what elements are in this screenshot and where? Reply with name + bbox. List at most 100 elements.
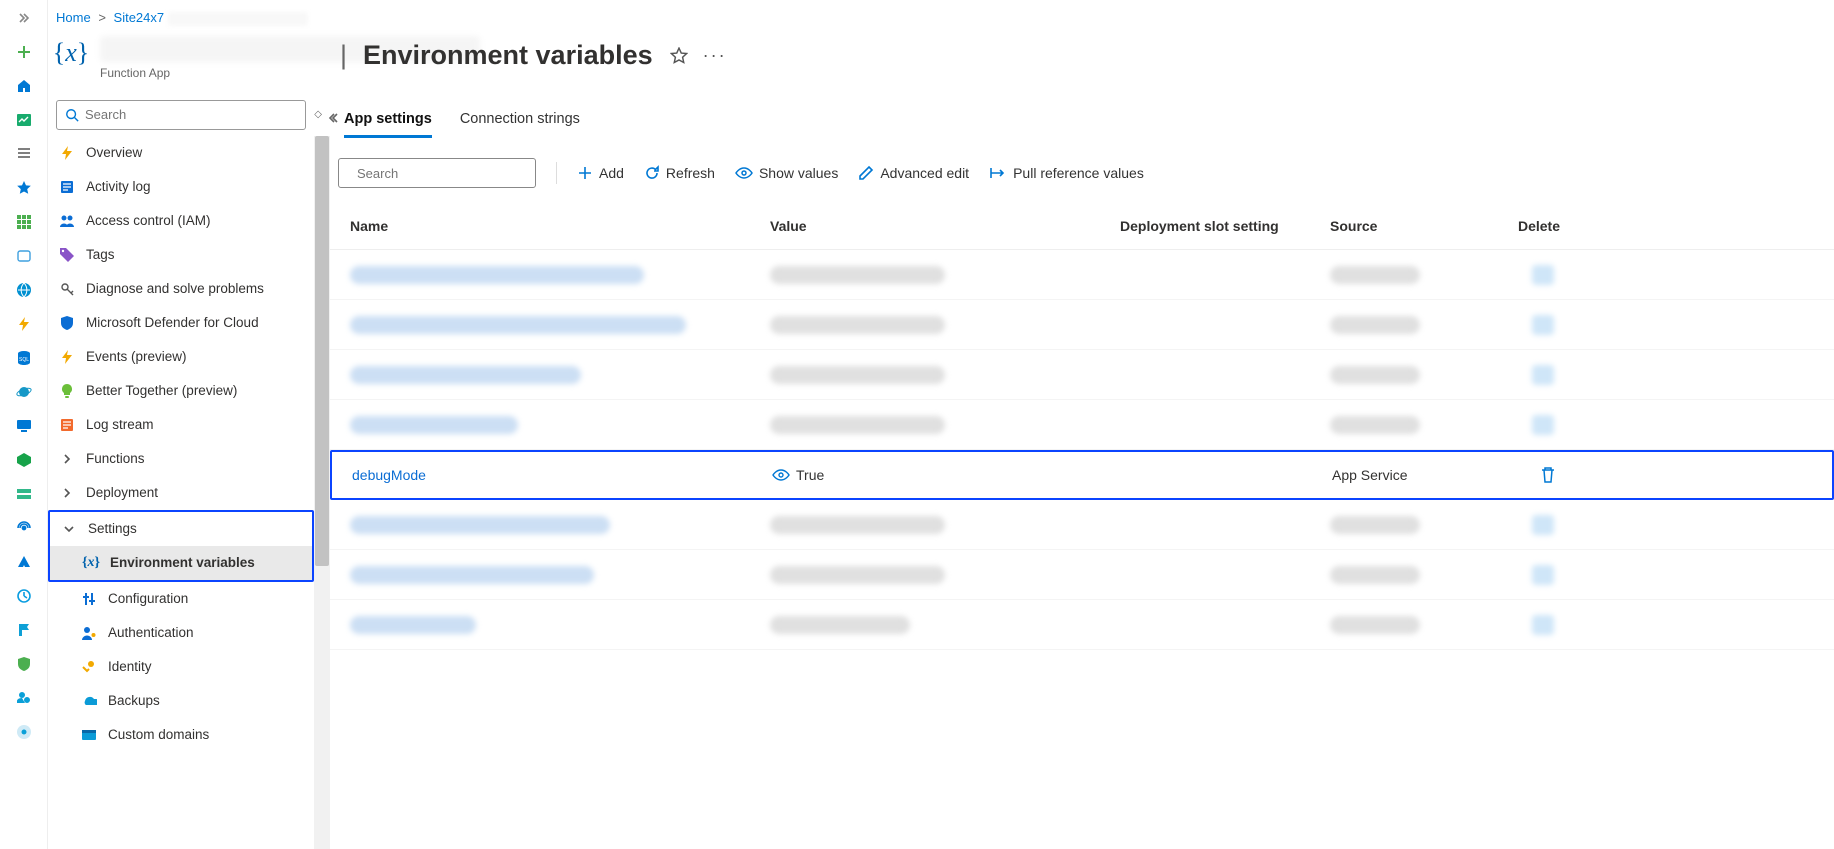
- expand-collapse-toggle[interactable]: ◇: [314, 109, 322, 120]
- identity-icon: [80, 659, 98, 675]
- menu-label: Settings: [88, 521, 137, 536]
- menu-item-activity[interactable]: Activity log: [48, 170, 314, 204]
- settings-tabs: App settings Connection strings: [330, 79, 1834, 138]
- breadcrumb-site[interactable]: Site24x7: [114, 10, 165, 25]
- overview-icon: [58, 145, 76, 161]
- search-icon: [65, 108, 79, 122]
- cost-management-icon[interactable]: [14, 688, 34, 708]
- menu-item-domains[interactable]: Custom domains: [48, 718, 314, 752]
- menu-item-defender[interactable]: Microsoft Defender for Cloud: [48, 306, 314, 340]
- add-button[interactable]: Add: [577, 165, 624, 181]
- table-search-input[interactable]: [357, 166, 533, 181]
- breadcrumb-home[interactable]: Home: [56, 10, 91, 25]
- menu-label: Functions: [86, 451, 145, 466]
- toolbar-label: Show values: [759, 165, 838, 181]
- table-row[interactable]: [330, 350, 1834, 400]
- tab-app-settings[interactable]: App settings: [344, 107, 432, 138]
- menu-search-input[interactable]: [85, 107, 297, 122]
- menu-item-envvars[interactable]: {x}Environment variables: [50, 546, 312, 580]
- toolbar-label: Refresh: [666, 165, 715, 181]
- breadcrumb: Home > Site24x7: [48, 0, 330, 32]
- storage-accounts-icon[interactable]: [14, 484, 34, 504]
- toolbar-label: Pull reference values: [1013, 165, 1144, 181]
- table-row-debugmode[interactable]: debugMode True App Service: [330, 450, 1834, 500]
- home-icon[interactable]: [14, 76, 34, 96]
- all-services-icon[interactable]: [14, 144, 34, 164]
- function-apps-icon[interactable]: [14, 314, 34, 334]
- table-row[interactable]: [330, 300, 1834, 350]
- menu-group-settings[interactable]: Settings: [50, 512, 312, 546]
- table-row[interactable]: [330, 500, 1834, 550]
- scroll-thumb[interactable]: [315, 136, 329, 566]
- table-row[interactable]: [330, 400, 1834, 450]
- menu-group-functions[interactable]: Functions: [48, 442, 314, 476]
- table-row[interactable]: [330, 600, 1834, 650]
- menu-label: Access control (IAM): [86, 213, 211, 228]
- delete-icon[interactable]: [1540, 466, 1556, 484]
- app-services-icon[interactable]: [14, 280, 34, 300]
- toolbar-separator: [556, 162, 557, 184]
- create-resource-icon[interactable]: [14, 42, 34, 62]
- show-values-button[interactable]: Show values: [735, 165, 838, 181]
- menu-scrollbar[interactable]: ▲: [314, 136, 330, 849]
- menu-item-diagnose[interactable]: Diagnose and solve problems: [48, 272, 314, 306]
- table-search-box[interactable]: [338, 158, 536, 188]
- menu-label: Authentication: [108, 625, 194, 640]
- menu-search-box[interactable]: [56, 100, 306, 130]
- menu-item-better[interactable]: Better Together (preview): [48, 374, 314, 408]
- menu-label: Overview: [86, 145, 142, 160]
- favorites-icon[interactable]: [14, 178, 34, 198]
- help-support-icon[interactable]: [14, 722, 34, 742]
- col-source[interactable]: Source: [1330, 218, 1480, 234]
- content-pane: | Environment variables ··· App settings…: [330, 0, 1834, 849]
- table-row[interactable]: [330, 550, 1834, 600]
- col-name[interactable]: Name: [350, 218, 770, 234]
- menu-item-backups[interactable]: Backups: [48, 684, 314, 718]
- defender-cloud-icon[interactable]: [14, 654, 34, 674]
- defender-icon: [58, 315, 76, 331]
- all-resources-icon[interactable]: [14, 212, 34, 232]
- svg-text:SQL: SQL: [18, 357, 28, 363]
- menu-item-overview[interactable]: Overview: [48, 136, 314, 170]
- refresh-button[interactable]: Refresh: [644, 165, 715, 181]
- menu-item-identity[interactable]: Identity: [48, 650, 314, 684]
- collapse-menu-icon[interactable]: [326, 112, 338, 124]
- page-title: Environment variables: [363, 40, 653, 71]
- eye-icon[interactable]: [772, 468, 790, 482]
- favorite-star-icon[interactable]: [669, 46, 689, 66]
- advanced-edit-button[interactable]: Advanced edit: [858, 165, 969, 181]
- more-actions-icon[interactable]: ···: [705, 46, 725, 66]
- cosmos-db-icon[interactable]: [14, 382, 34, 402]
- load-balancers-icon[interactable]: [14, 450, 34, 470]
- menu-item-auth[interactable]: Authentication: [48, 616, 314, 650]
- dashboard-icon[interactable]: [14, 110, 34, 130]
- pencil-icon: [858, 165, 874, 181]
- toolbar-label: Add: [599, 165, 624, 181]
- menu-item-logstream[interactable]: Log stream: [48, 408, 314, 442]
- menu-group-deployment[interactable]: Deployment: [48, 476, 314, 510]
- col-value[interactable]: Value: [770, 218, 1120, 234]
- menu-item-tags[interactable]: Tags: [48, 238, 314, 272]
- table-row[interactable]: [330, 250, 1834, 300]
- azure-ad-icon[interactable]: [14, 552, 34, 572]
- activity-log-icon: [58, 179, 76, 195]
- menu-item-iam[interactable]: Access control (IAM): [48, 204, 314, 238]
- expand-rail-icon[interactable]: [14, 8, 34, 28]
- setting-name-link[interactable]: debugMode: [352, 467, 426, 483]
- virtual-machines-icon[interactable]: [14, 416, 34, 436]
- menu-item-config[interactable]: Configuration: [48, 582, 314, 616]
- resource-groups-icon[interactable]: [14, 246, 34, 266]
- advisor-icon[interactable]: [14, 620, 34, 640]
- pull-reference-button[interactable]: Pull reference values: [989, 165, 1144, 181]
- col-slot[interactable]: Deployment slot setting: [1120, 218, 1330, 234]
- col-delete[interactable]: Delete: [1480, 218, 1560, 234]
- menu-item-events[interactable]: Events (preview): [48, 340, 314, 374]
- breadcrumb-redacted: [168, 12, 308, 26]
- menu-label: Microsoft Defender for Cloud: [86, 315, 259, 330]
- monitor-icon[interactable]: [14, 586, 34, 606]
- virtual-networks-icon[interactable]: [14, 518, 34, 538]
- plus-icon: [577, 165, 593, 181]
- menu-label: Diagnose and solve problems: [86, 281, 264, 296]
- tab-connection-strings[interactable]: Connection strings: [460, 107, 580, 138]
- sql-databases-icon[interactable]: SQL: [14, 348, 34, 368]
